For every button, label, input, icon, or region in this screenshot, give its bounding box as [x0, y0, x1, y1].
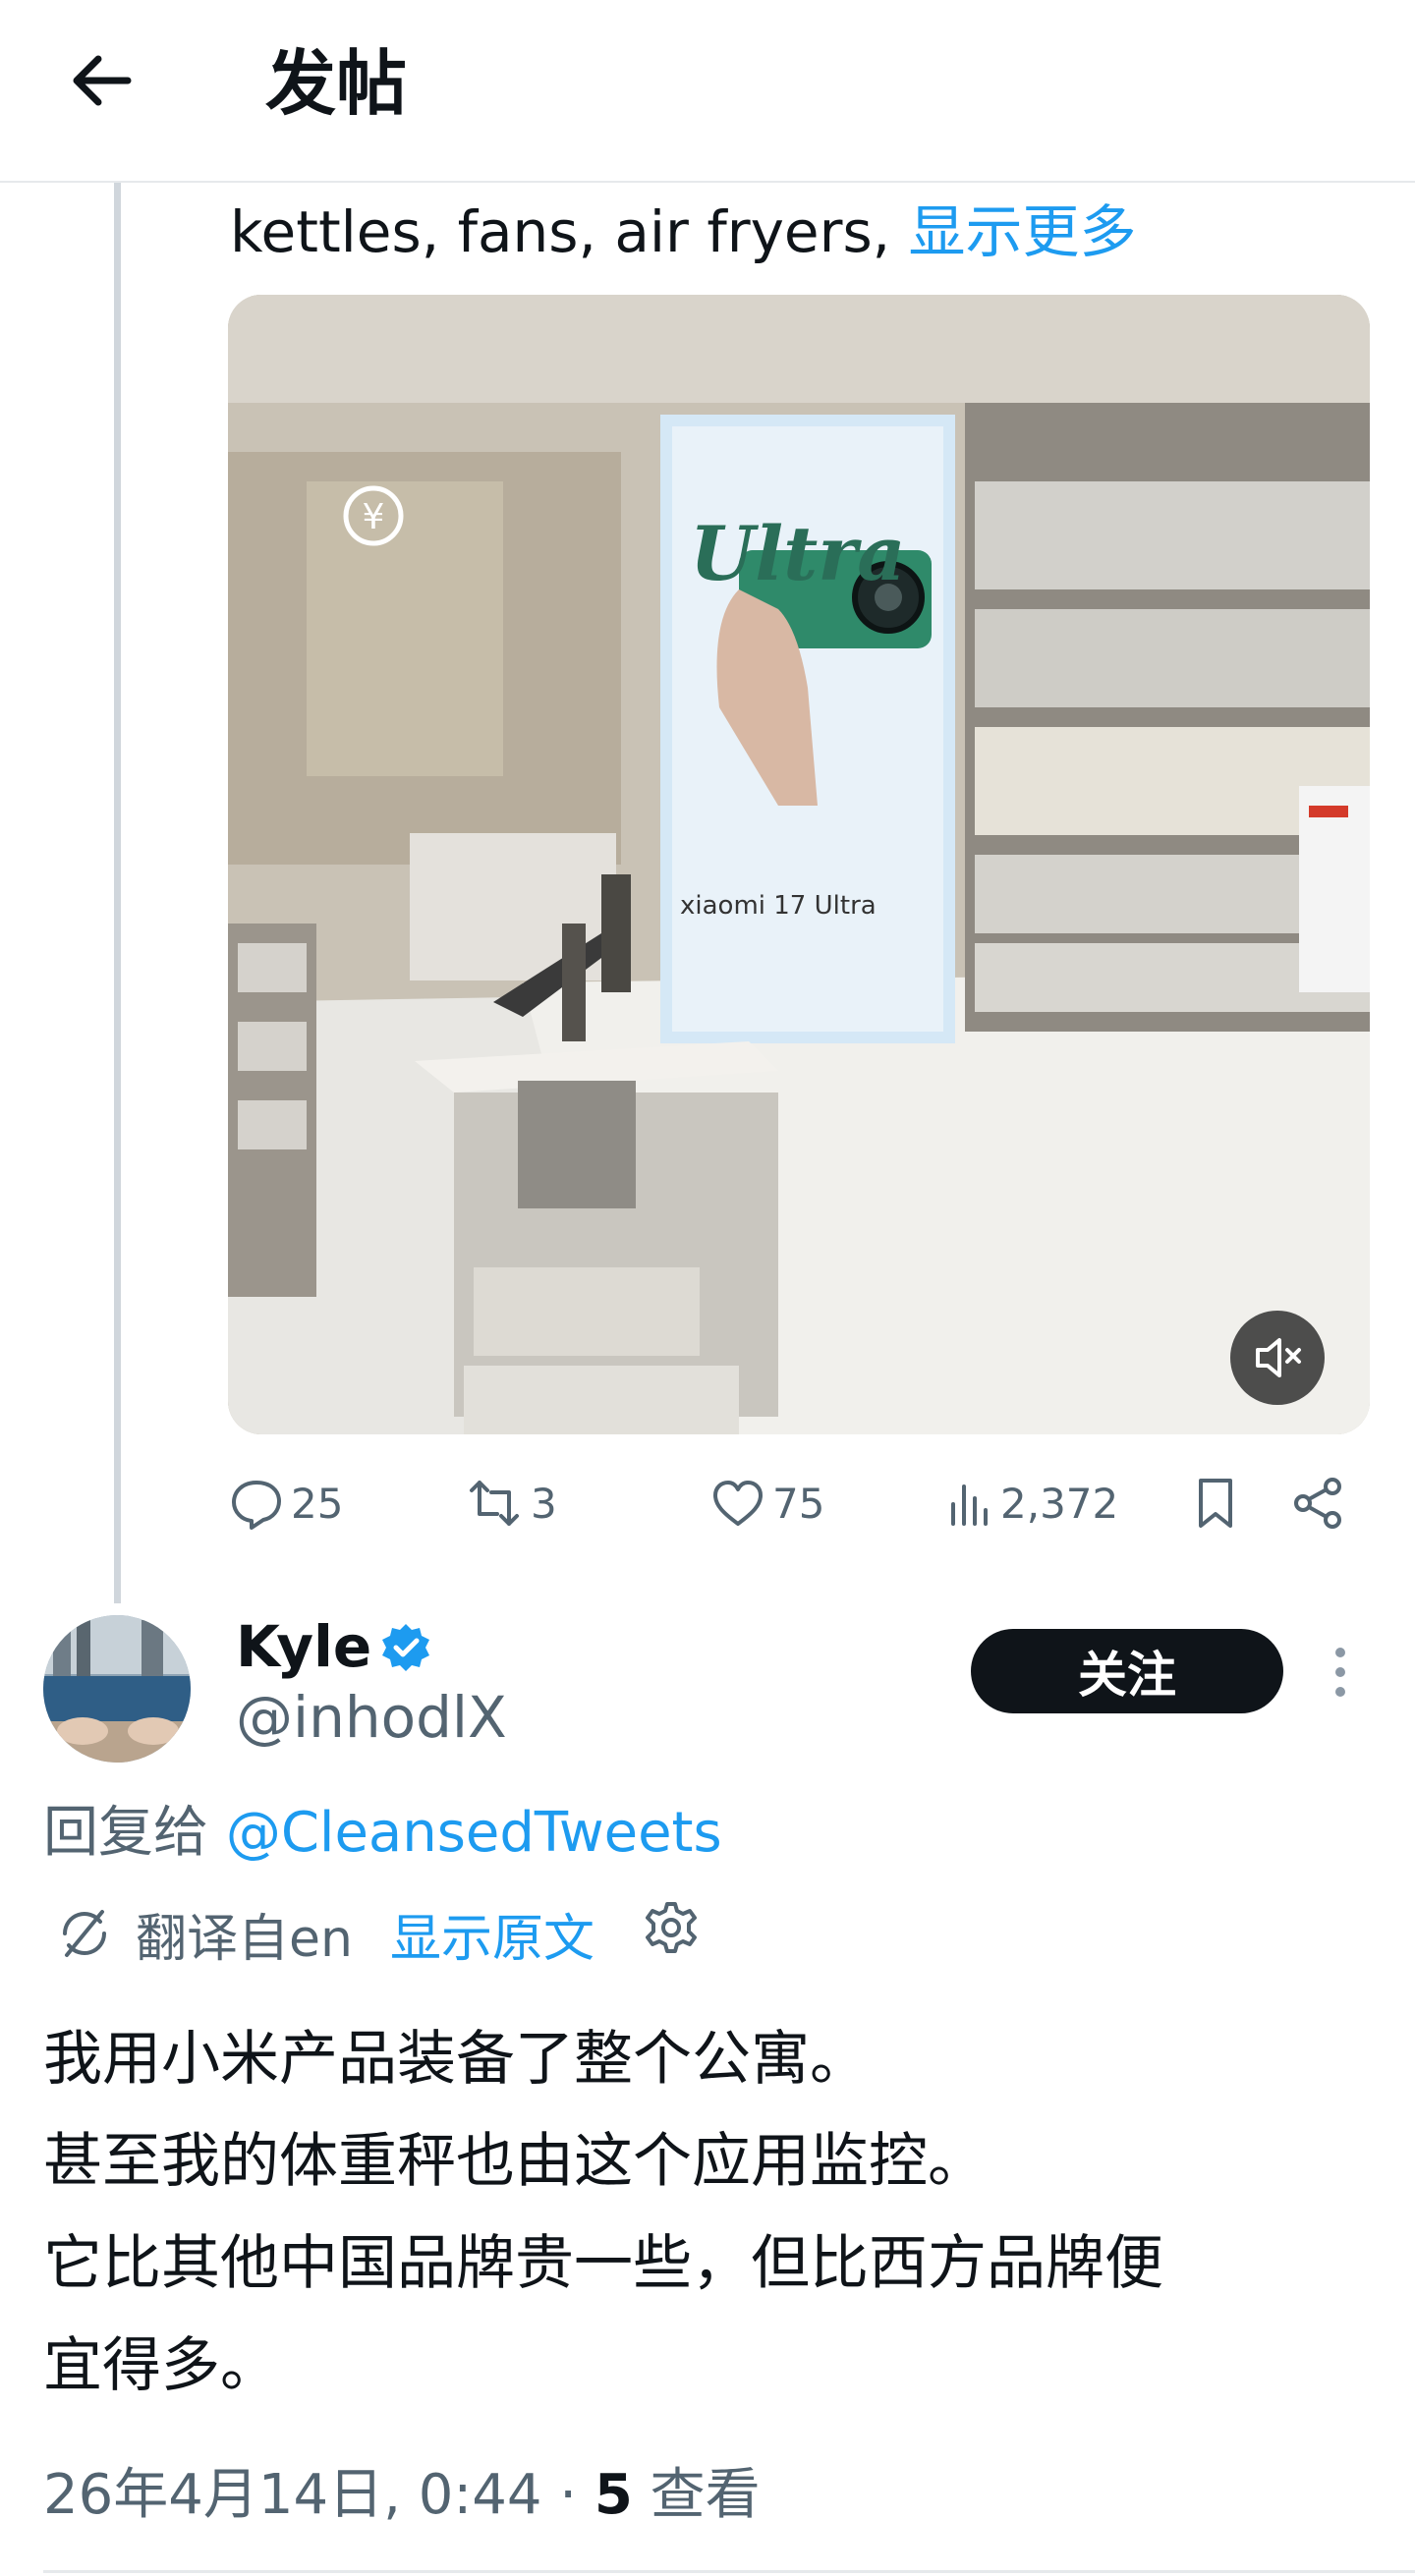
share-button[interactable]	[1289, 1464, 1346, 1542]
back-button[interactable]	[63, 41, 142, 120]
divider	[43, 2570, 1415, 2573]
thread-connector-line	[114, 183, 121, 1603]
reply-count: 25	[291, 1479, 344, 1528]
translation-settings-button[interactable]	[644, 1900, 699, 1968]
mute-toggle-button[interactable]	[1230, 1311, 1325, 1405]
user-handle[interactable]: @inhodlX	[236, 1682, 507, 1753]
display-name[interactable]: Kyle	[236, 1611, 371, 1682]
replying-to-handle-link[interactable]: @CleansedTweets	[226, 1801, 722, 1865]
post-body-line: 甚至我的体重秤也由这个应用监控。	[43, 2127, 987, 2196]
like-button[interactable]: 75	[709, 1464, 824, 1542]
like-count: 75	[772, 1479, 825, 1528]
analytics-icon	[951, 1484, 988, 1526]
follow-button[interactable]: 关注	[971, 1629, 1283, 1713]
post-body-line: 我用小米产品装备了整个公寓。	[43, 2025, 869, 2094]
post-body-line: 它比其他中国品牌贵一些，但比西方品牌便	[43, 2229, 1163, 2298]
repost-button[interactable]: 3	[464, 1464, 557, 1542]
page-title: 发帖	[265, 42, 408, 125]
poster-headline: Ultra	[690, 510, 906, 597]
reply-button[interactable]: 25	[228, 1464, 343, 1542]
show-original-link[interactable]: 显示原文	[390, 1897, 594, 1971]
poster-model-name: xiaomi 17 Ultra	[680, 891, 877, 921]
repost-icon	[470, 1481, 519, 1526]
top-bar: 发帖	[0, 0, 1415, 183]
post-timestamp[interactable]: 26年4月14日, 0:44 ·	[43, 2463, 594, 2527]
heart-icon	[713, 1481, 763, 1526]
bookmark-button[interactable]	[1189, 1464, 1242, 1542]
more-vertical-icon	[1335, 1648, 1345, 1697]
arrow-left-icon	[73, 55, 132, 106]
post-view-count: 5	[594, 2463, 633, 2527]
avatar-image	[43, 1615, 191, 1763]
post-body: 我用小米产品装备了整个公寓。 甚至我的体重秤也由这个应用监控。 它比其他中国品牌…	[43, 2008, 1389, 2417]
parent-post-text-content: kettles, fans, air fryers,	[230, 198, 909, 265]
video-player[interactable]: ¥ Ultra xiaomi 17 Ultra	[228, 295, 1370, 1434]
view-count: 2,372	[1000, 1479, 1119, 1528]
parent-post-text: kettles, fans, air fryers, 显示更多	[230, 193, 1137, 271]
replying-to: 回复给 @CleansedTweets	[43, 1794, 722, 1873]
speaker-muted-icon	[1256, 1338, 1301, 1377]
translation-bar: 翻译自en 显示原文	[57, 1894, 699, 1973]
translate-icon	[63, 1910, 106, 1957]
bookmark-icon	[1199, 1479, 1232, 1528]
post-metadata: 26年4月14日, 0:44 · 5 查看	[43, 2456, 761, 2535]
share-icon	[1294, 1478, 1341, 1529]
views-button[interactable]: 2,372	[945, 1464, 1118, 1542]
replying-to-prefix: 回复给	[43, 1801, 226, 1865]
repost-count: 3	[531, 1479, 557, 1528]
verified-badge-icon	[379, 1621, 432, 1674]
views-label: 查看	[632, 2463, 761, 2527]
video-frame: ¥ Ultra xiaomi 17 Ultra	[228, 295, 1370, 1434]
reply-icon	[232, 1481, 281, 1530]
translated-from-label: 翻译自en	[136, 1909, 353, 1969]
avatar[interactable]	[43, 1615, 191, 1763]
post-action-bar: 25 3 75 2,372	[228, 1464, 1387, 1542]
more-options-button[interactable]	[1321, 1643, 1360, 1702]
svg-text:¥: ¥	[363, 497, 385, 537]
show-more-link[interactable]: 显示更多	[909, 198, 1137, 265]
gear-icon	[645, 1901, 697, 1953]
post-body-line: 宜得多。	[43, 2331, 279, 2400]
